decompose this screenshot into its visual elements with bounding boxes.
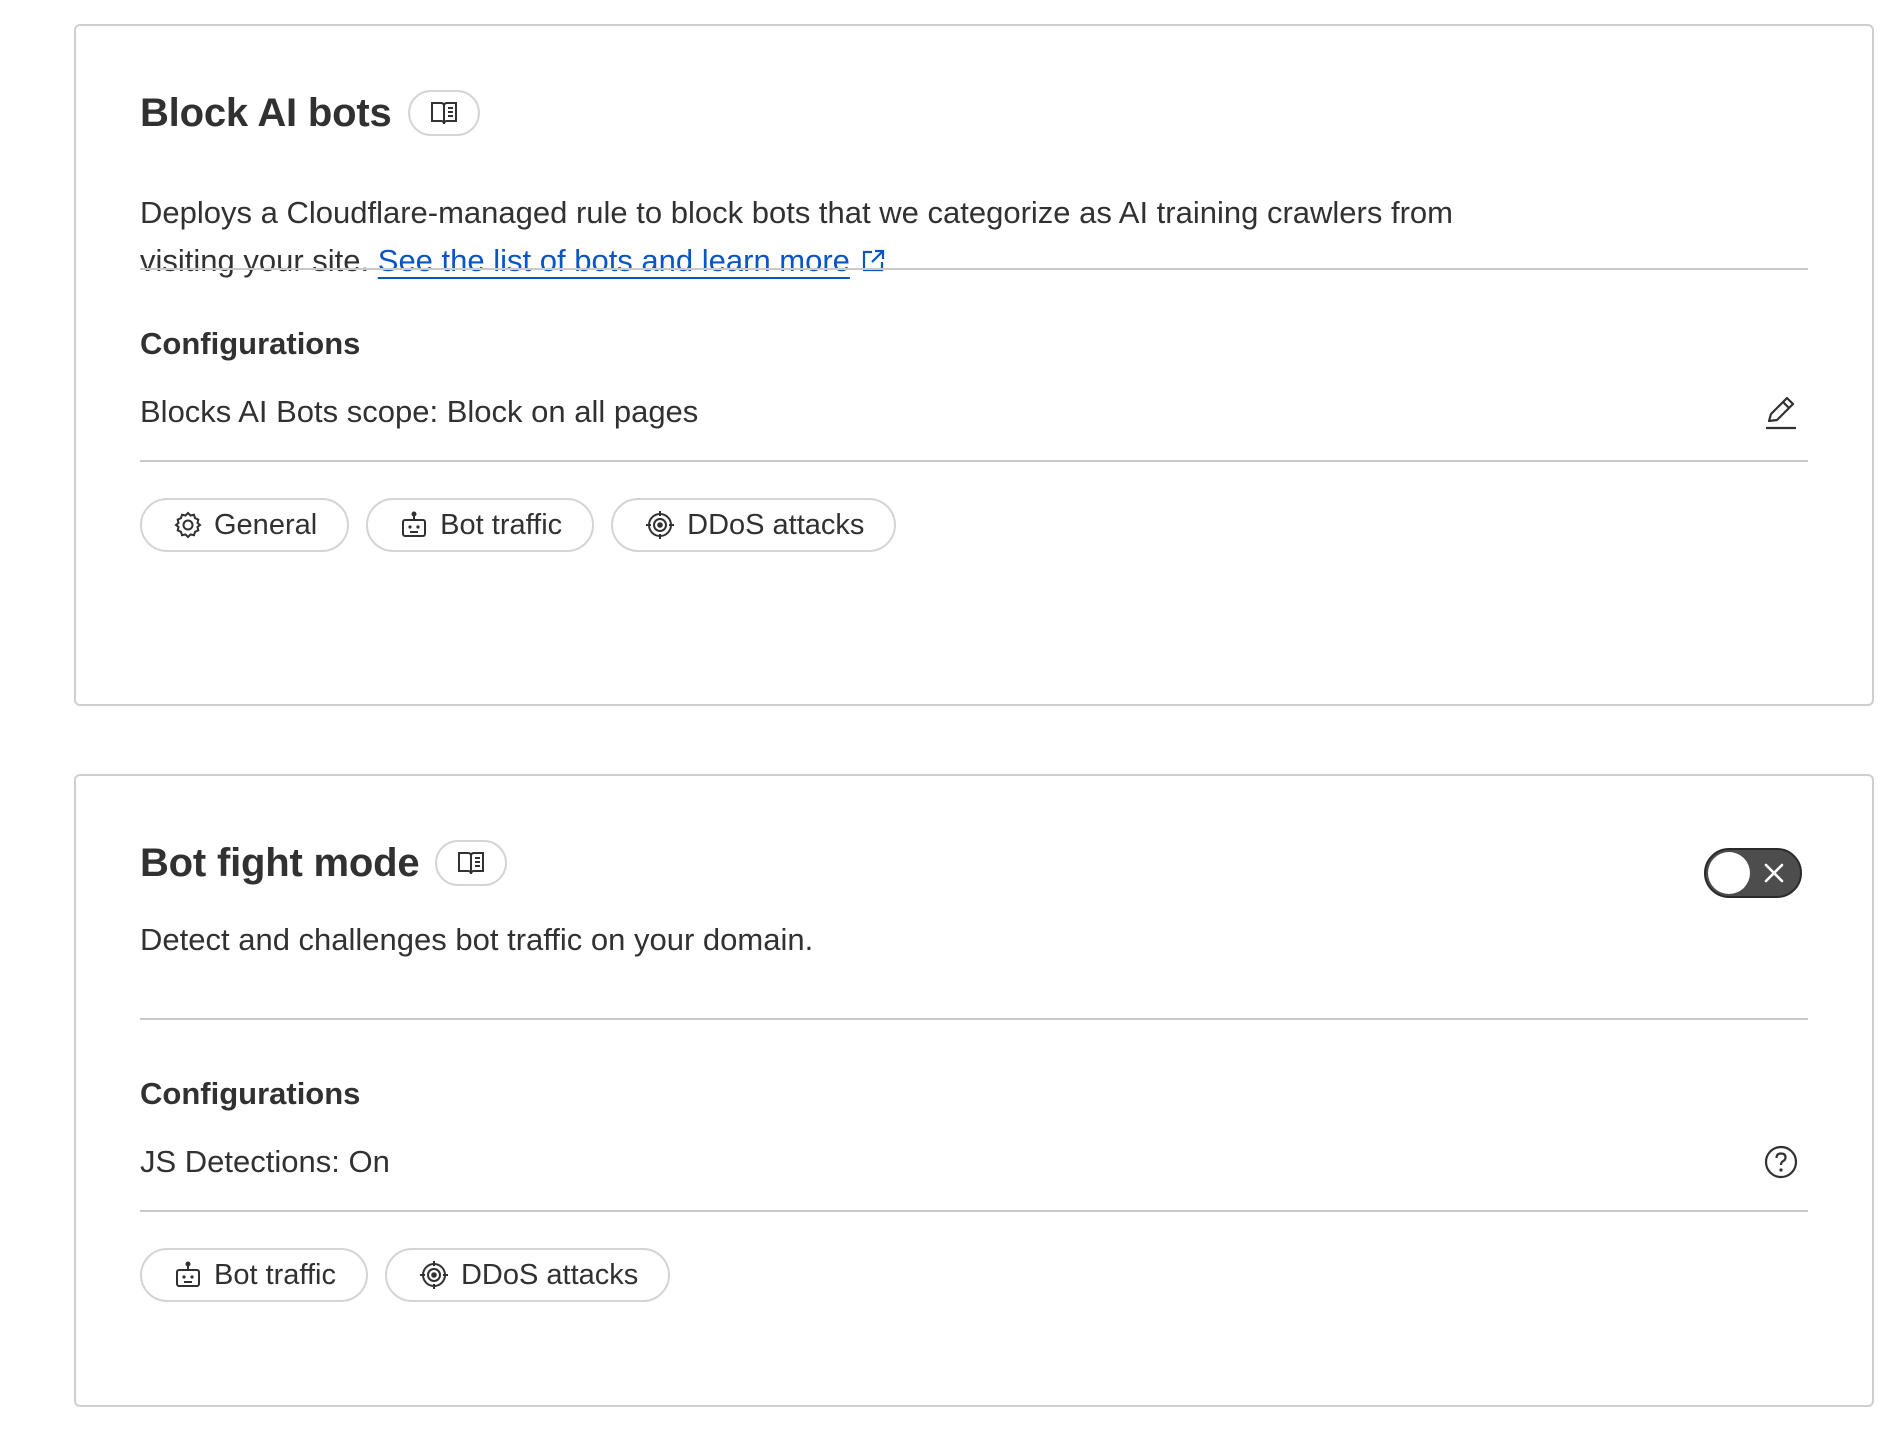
pencil-icon bbox=[1766, 396, 1796, 430]
robot-icon bbox=[176, 1261, 200, 1287]
gear-icon bbox=[174, 511, 202, 539]
config-value: JS Detections: On bbox=[140, 1144, 390, 1179]
tag-bot-traffic[interactable]: Bot traffic bbox=[140, 1248, 368, 1302]
book-icon bbox=[458, 852, 485, 875]
configurations-title: Configurations bbox=[140, 1076, 361, 1111]
documentation-button[interactable] bbox=[407, 90, 480, 136]
toggle-knob bbox=[1708, 852, 1750, 894]
divider bbox=[140, 1210, 1808, 1212]
edit-button[interactable] bbox=[1756, 387, 1806, 437]
configurations-title: Configurations bbox=[140, 326, 361, 361]
card-description: Detect and challenges bot traffic on you… bbox=[140, 922, 814, 957]
config-row: JS Detections: On bbox=[140, 1132, 1808, 1192]
help-button[interactable] bbox=[1756, 1137, 1806, 1187]
book-icon bbox=[430, 102, 457, 125]
target-icon bbox=[419, 1261, 448, 1289]
target-icon bbox=[646, 511, 675, 539]
divider bbox=[140, 460, 1808, 462]
card-title: Bot fight mode bbox=[140, 840, 420, 885]
config-row: Blocks AI Bots scope: Block on all pages bbox=[140, 382, 1808, 442]
divider bbox=[140, 268, 1808, 270]
config-value: Blocks AI Bots scope: Block on all pages bbox=[140, 394, 699, 429]
robot-icon bbox=[402, 511, 427, 537]
tag-list: General Bot traffic DDoS attacks bbox=[140, 498, 897, 552]
card-description: Deploys a Cloudflare-managed rule to blo… bbox=[140, 195, 1453, 278]
block-ai-bots-card: Block AI bots Deploys a Cloudflare-manag… bbox=[74, 24, 1874, 706]
tag-ddos-attacks[interactable]: DDoS attacks bbox=[611, 498, 897, 552]
bot-fight-mode-toggle[interactable] bbox=[1704, 848, 1802, 898]
documentation-button[interactable] bbox=[435, 840, 508, 886]
close-icon bbox=[1764, 863, 1784, 883]
tag-general[interactable]: General bbox=[140, 498, 350, 552]
bot-fight-mode-card: Bot fight mode Detect and challenges bot… bbox=[74, 774, 1874, 1407]
card-header: Block AI bots bbox=[140, 90, 480, 136]
learn-more-link[interactable]: See the list of bots and learn more bbox=[378, 243, 850, 278]
tag-bot-traffic[interactable]: Bot traffic bbox=[366, 498, 595, 552]
external-link-icon bbox=[862, 249, 885, 272]
tag-list: Bot traffic DDoS attacks bbox=[140, 1248, 671, 1302]
card-title: Block AI bots bbox=[140, 90, 392, 135]
tag-ddos-attacks[interactable]: DDoS attacks bbox=[384, 1248, 671, 1302]
help-icon bbox=[1764, 1145, 1798, 1179]
card-header: Bot fight mode bbox=[140, 840, 508, 886]
divider bbox=[140, 1018, 1808, 1020]
